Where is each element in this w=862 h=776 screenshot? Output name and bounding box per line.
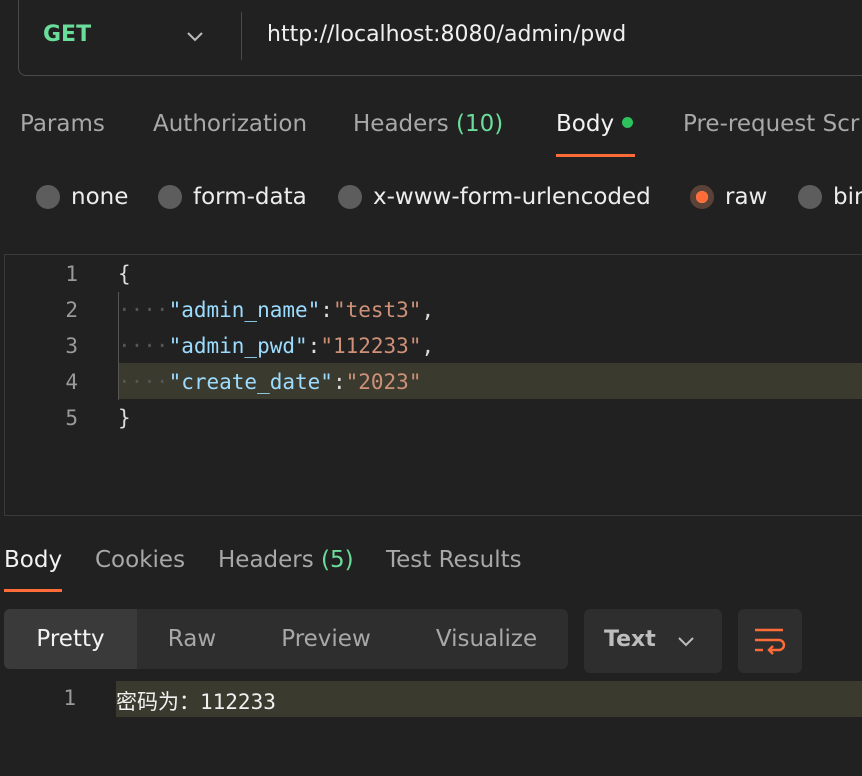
whitespace-dots: ···· (118, 370, 169, 394)
response-line-number: 1 (63, 686, 76, 710)
headers-count: (10) (456, 111, 504, 137)
response-tab-body[interactable]: Body (4, 547, 62, 573)
radio-urlencoded-label: x-www-form-urlencoded (373, 184, 651, 210)
response-headers-count: (5) (321, 547, 354, 573)
tab-body-label: Body (556, 111, 615, 137)
active-tab-underline (556, 154, 635, 157)
radio-dot (36, 185, 60, 209)
response-tab-headers[interactable]: Headers (5) (218, 547, 354, 573)
line-number: 3 (65, 334, 78, 358)
view-mode-group: Pretty Raw Preview Visualize (4, 609, 568, 669)
radio-raw[interactable]: raw (690, 184, 767, 210)
json-comma: , (421, 298, 435, 322)
radio-binary[interactable]: bin (798, 184, 862, 210)
line-number: 1 (65, 262, 78, 286)
line-number: 5 (65, 406, 78, 430)
response-headers-label: Headers (218, 547, 314, 573)
line-number: 2 (65, 298, 78, 322)
radio-form-data-label: form-data (193, 184, 307, 210)
code-line: ····"admin_name":"test3", (118, 298, 434, 322)
radio-form-data[interactable]: form-data (158, 184, 307, 210)
wrap-lines-button[interactable] (738, 609, 802, 673)
method-select[interactable]: GET (43, 22, 91, 47)
format-label: Text (604, 627, 656, 652)
json-colon: : (307, 334, 321, 358)
format-select[interactable]: Text (584, 609, 722, 673)
tab-headers-label: Headers (353, 111, 449, 137)
code-close-brace: } (118, 406, 131, 430)
body-indicator-dot (622, 117, 634, 128)
line-number: 4 (65, 370, 78, 394)
radio-dot (798, 185, 822, 209)
radio-binary-label: bin (833, 184, 862, 210)
url-divider (241, 12, 242, 60)
json-value: "112233" (320, 334, 422, 358)
tab-params[interactable]: Params (20, 111, 105, 137)
url-bar: GET http://localhost:8080/admin/pwd (18, 0, 862, 76)
radio-none-label: none (71, 184, 129, 210)
wrap-lines-icon (755, 628, 786, 655)
code-open-brace: { (118, 262, 131, 286)
json-comma: , (421, 334, 435, 358)
code-line: ····"admin_pwd":"112233", (118, 334, 434, 358)
json-key: "create_date" (168, 370, 333, 394)
response-tab-underline (4, 589, 62, 592)
response-body-text: 密码为：112233 (116, 690, 276, 714)
view-raw-button[interactable]: Raw (137, 609, 247, 669)
code-line: ····"create_date":"2023" (118, 370, 421, 394)
tab-authorization[interactable]: Authorization (153, 111, 307, 137)
radio-raw-label: raw (725, 184, 768, 210)
url-input[interactable]: http://localhost:8080/admin/pwd (267, 22, 626, 47)
chevron-down-icon (678, 637, 694, 647)
json-value: "test3" (332, 298, 422, 322)
json-value: "2023" (345, 370, 422, 394)
json-colon: : (332, 370, 346, 394)
view-preview-button[interactable]: Preview (247, 609, 405, 669)
json-colon: : (320, 298, 333, 322)
json-key: "admin_pwd" (168, 334, 308, 358)
whitespace-dots: ···· (118, 334, 169, 358)
radio-dot (338, 185, 362, 209)
tab-prerequest-script[interactable]: Pre-request Scr (683, 111, 859, 137)
radio-urlencoded[interactable]: x-www-form-urlencoded (338, 184, 651, 210)
view-pretty-button[interactable]: Pretty (4, 609, 137, 669)
json-key: "admin_name" (168, 298, 321, 322)
tab-headers[interactable]: Headers (10) (353, 111, 503, 137)
radio-dot-selected (690, 185, 714, 209)
response-tab-test-results[interactable]: Test Results (386, 547, 522, 573)
radio-dot (158, 185, 182, 209)
radio-none[interactable]: none (36, 184, 128, 210)
view-visualize-button[interactable]: Visualize (405, 609, 568, 669)
tab-body[interactable]: Body (556, 111, 634, 137)
whitespace-dots: ···· (118, 298, 169, 322)
chevron-down-icon[interactable] (185, 26, 205, 46)
response-tab-cookies[interactable]: Cookies (95, 547, 185, 573)
